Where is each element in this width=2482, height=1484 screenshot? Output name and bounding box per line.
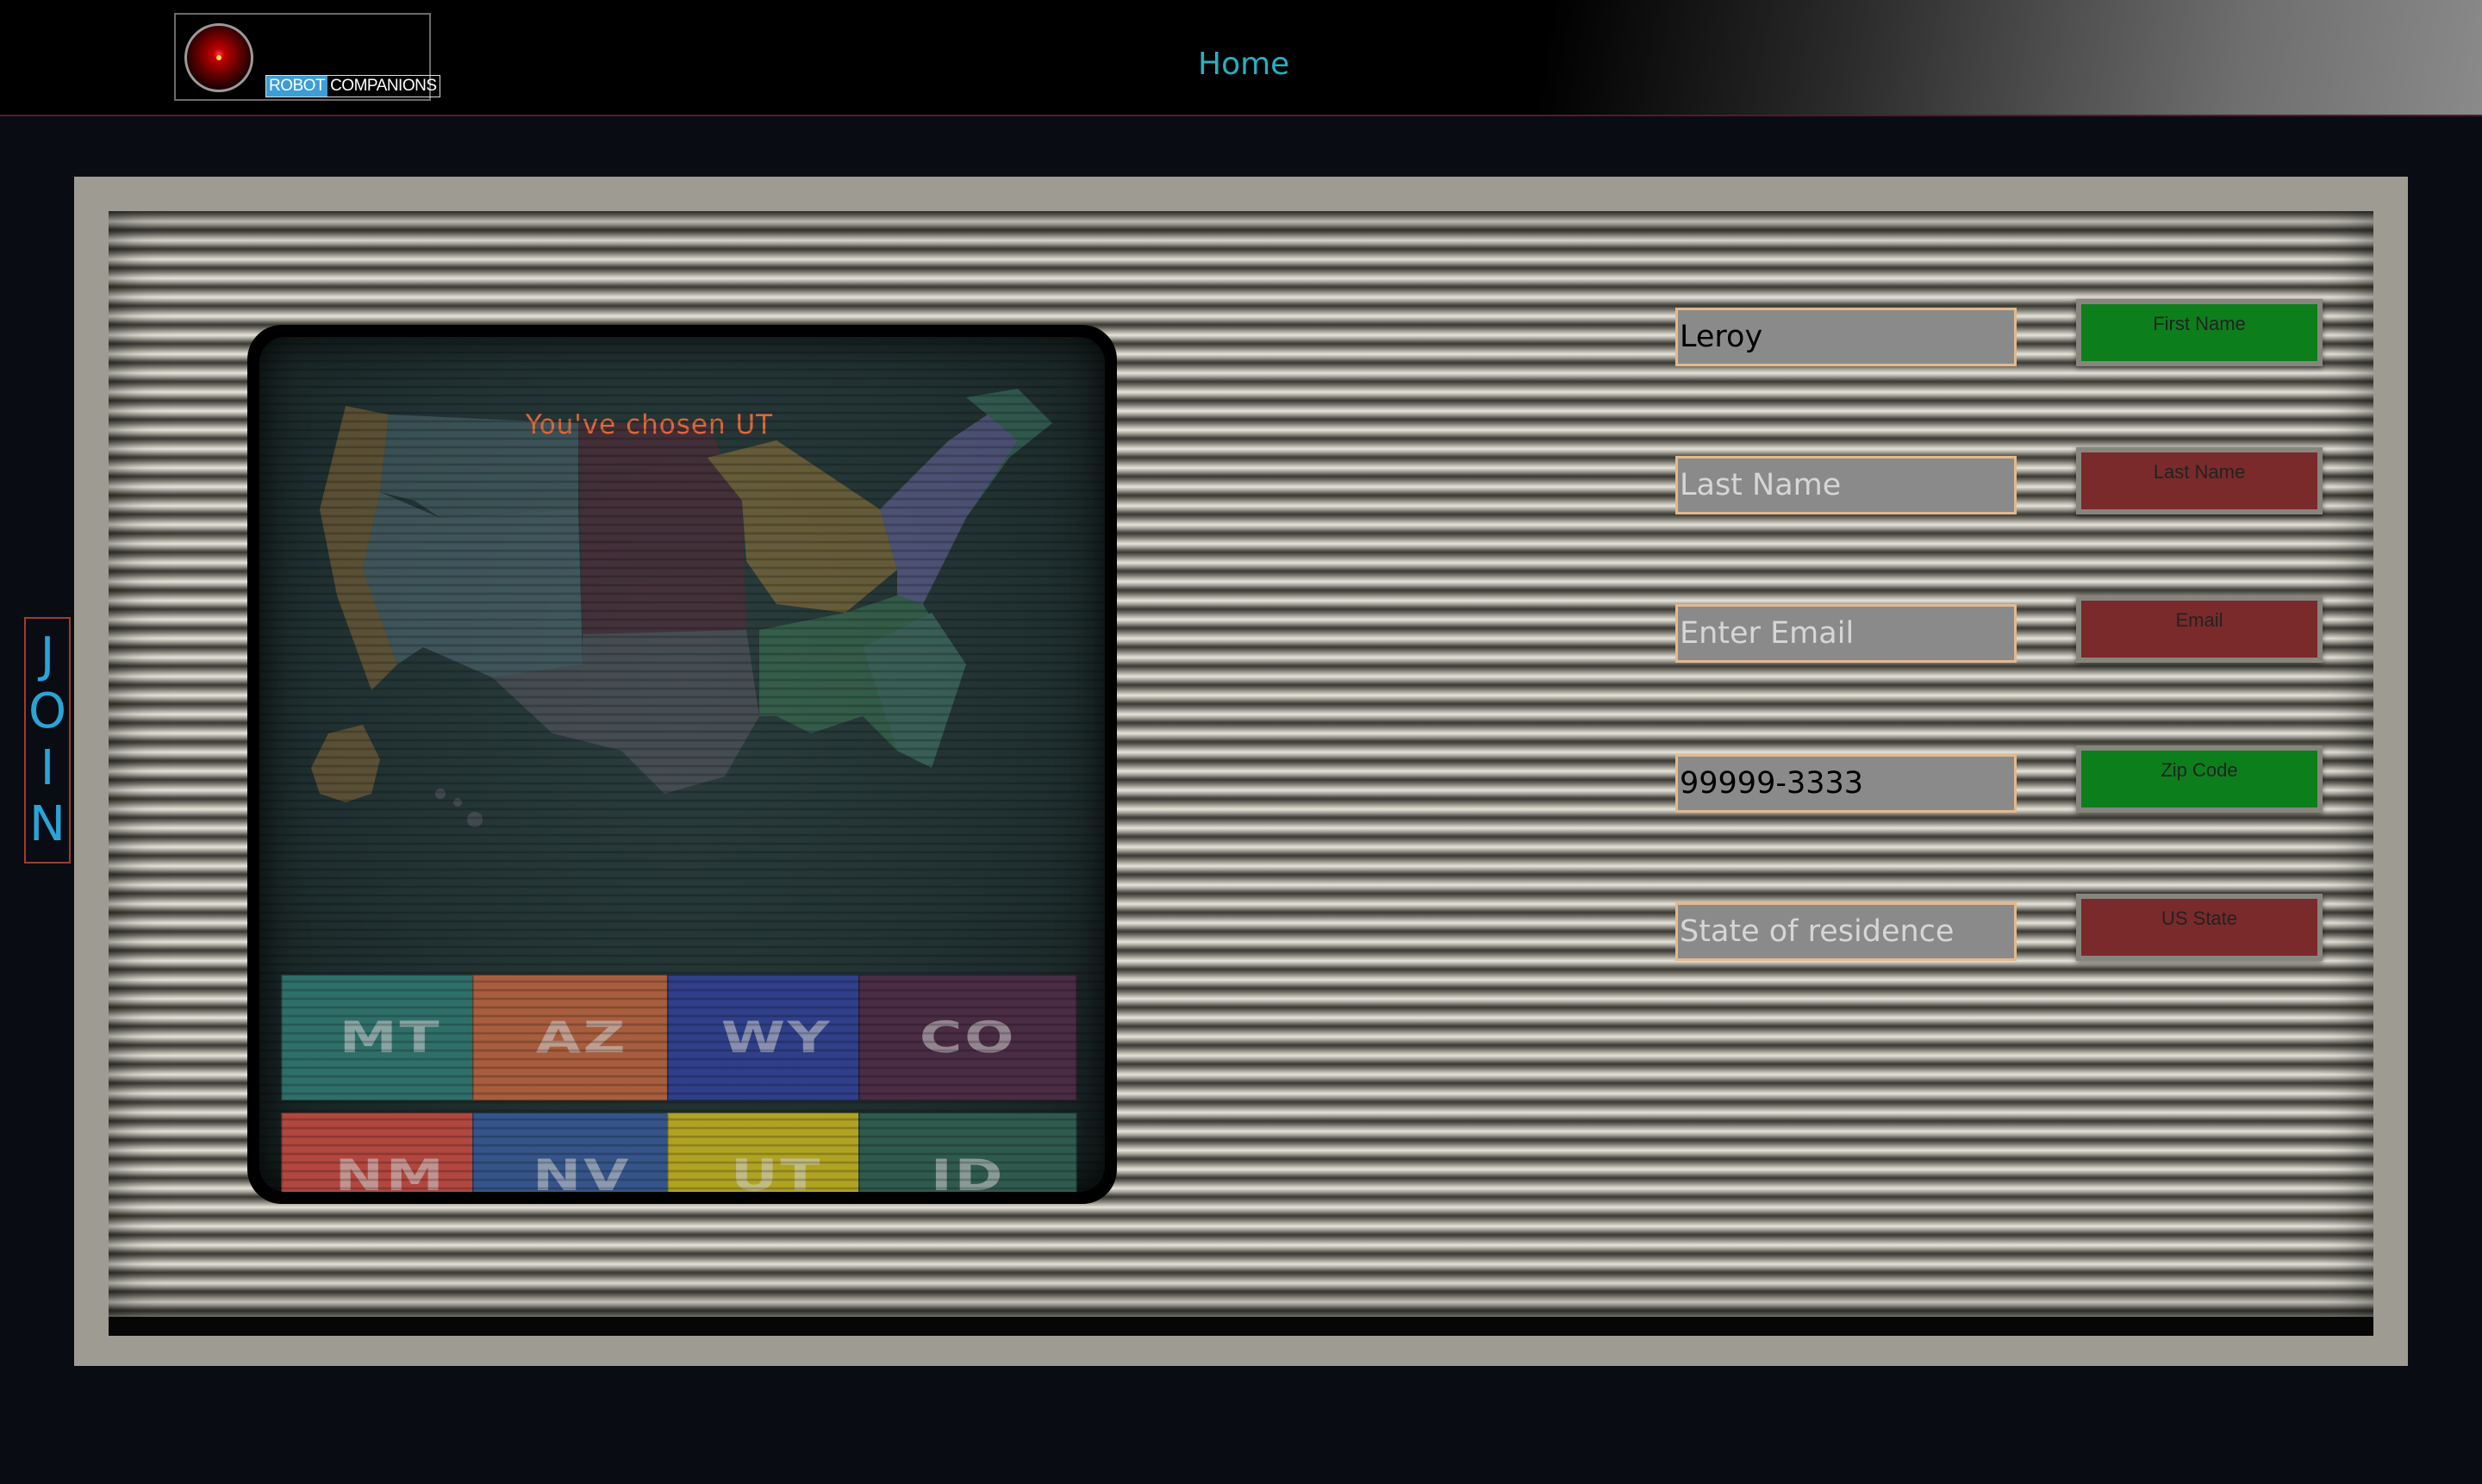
email-input[interactable] — [1675, 604, 2017, 663]
us-state-status-badge: US State — [2076, 894, 2323, 961]
robot-companions-logo[interactable]: ROBOT COMPANIONS — [174, 13, 440, 101]
state-tile-id[interactable]: ID — [858, 1113, 1077, 1192]
logo-text-robot: ROBOT — [266, 76, 328, 97]
logo-text-companions: COMPANIONS — [330, 77, 437, 95]
home-link[interactable]: Home — [1198, 47, 1289, 82]
state-tile-mt[interactable]: MT — [281, 975, 500, 1101]
state-tile-wy[interactable]: WY — [667, 975, 886, 1101]
map-screen-display: You've chosen UT MT AZ WY CO NM NV UT ID — [259, 337, 1105, 1192]
email-status-badge: Email — [2076, 595, 2323, 663]
top-nav-bar: ROBOT COMPANIONS Home — [0, 0, 2482, 116]
hal-eye-icon — [184, 23, 253, 92]
first-name-status-label: First Name — [2081, 304, 2317, 361]
map-hawaii-island — [467, 812, 483, 827]
state-tile-co[interactable]: CO — [858, 975, 1077, 1101]
join-letter: N — [29, 796, 65, 853]
zip-code-input[interactable] — [1675, 754, 2017, 813]
state-tile-nv[interactable]: NV — [472, 1113, 691, 1192]
zip-code-status-label: Zip Code — [2081, 751, 2317, 807]
state-tile-az[interactable]: AZ — [472, 975, 691, 1101]
chosen-state-message: You've chosen UT — [525, 409, 774, 440]
last-name-status-badge: Last Name — [2076, 447, 2323, 514]
us-map-image — [311, 389, 1052, 827]
state-tile-grid: MT AZ WY CO NM NV UT ID — [281, 975, 1077, 1192]
join-letter: I — [40, 739, 55, 796]
us-state-status-label: US State — [2081, 899, 2317, 956]
panel-bottom-shadow — [109, 1317, 2373, 1336]
map-hawaii-island — [435, 789, 446, 799]
state-input[interactable] — [1675, 902, 2017, 961]
logo-wordmark: ROBOT COMPANIONS — [265, 75, 440, 97]
map-hawaii-island — [453, 798, 462, 807]
join-tab[interactable]: J O I N — [24, 617, 71, 864]
first-name-status-badge: First Name — [2076, 299, 2323, 366]
map-region-alaska — [311, 725, 380, 802]
last-name-status-label: Last Name — [2081, 452, 2317, 509]
first-name-input[interactable] — [1675, 308, 2017, 366]
map-screen: You've chosen UT MT AZ WY CO NM NV UT ID — [247, 325, 1117, 1204]
state-tile-ut[interactable]: UT — [667, 1113, 886, 1192]
map-region-mountain — [363, 492, 583, 677]
email-status-label: Email — [2081, 601, 2317, 658]
zip-code-status-badge: Zip Code — [2076, 745, 2323, 813]
join-letter: J — [40, 627, 55, 683]
state-tile-nm[interactable]: NM — [281, 1113, 500, 1192]
last-name-input[interactable] — [1675, 456, 2017, 514]
join-letter: O — [28, 683, 67, 740]
